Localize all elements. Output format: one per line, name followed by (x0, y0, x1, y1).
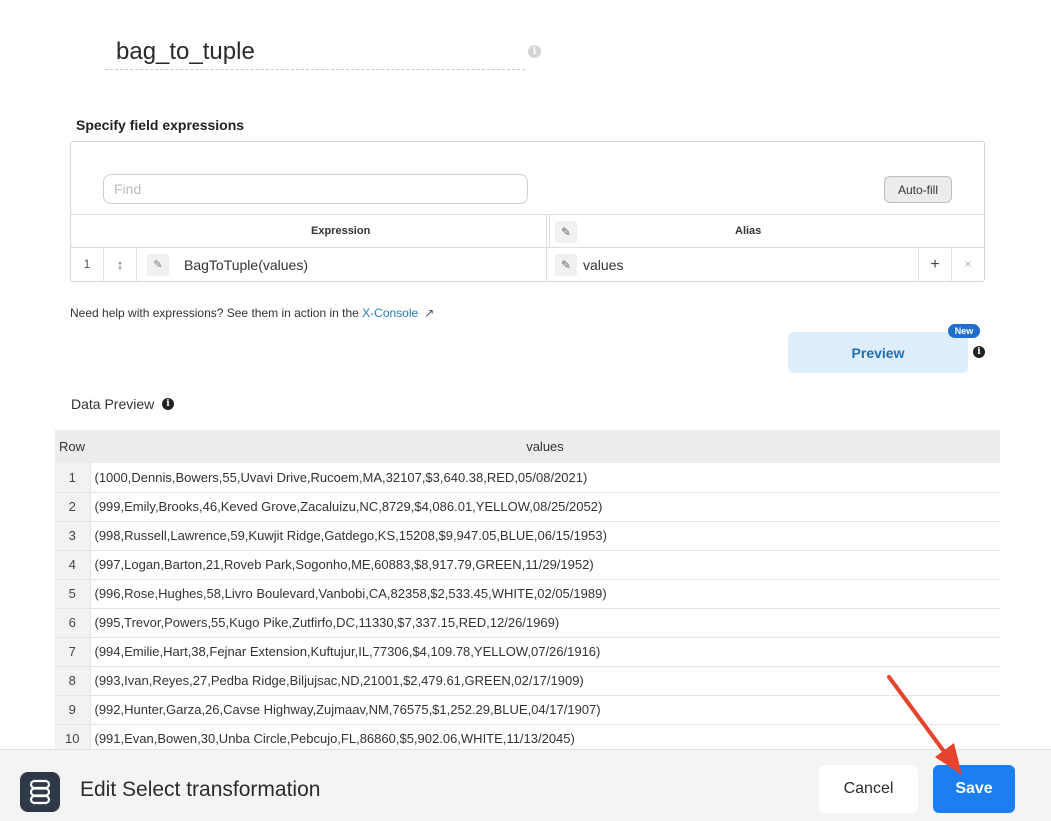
table-row: 3 (998,Russell,Lawrence,59,Kuwjit Ridge,G… (55, 521, 1000, 551)
row-number: 7 (55, 637, 91, 667)
x-console-link[interactable]: X-Console (362, 306, 418, 320)
table-row: 6 (995,Trevor,Powers,55,Kugo Pike,Zutfirf… (55, 608, 1000, 638)
expression-value[interactable]: BagToTuple(values) (184, 257, 308, 273)
alias-value[interactable]: values (583, 257, 623, 273)
transformation-name[interactable]: bag_to_tuple (116, 38, 255, 66)
row-value: (996,Rose,Hughes,58,Livro Boulevard,Vanb… (90, 579, 1000, 609)
expressions-panel: Auto-fill Expression ✎ Alias 1 ↕ ✎ BagTo… (70, 141, 985, 282)
add-row-button[interactable]: + (918, 248, 951, 281)
data-preview-table: Row values 1 (1000,Dennis,Bowers,55,Uvavi… (55, 430, 1000, 754)
column-divider[interactable] (546, 215, 550, 247)
cancel-button[interactable]: Cancel (819, 765, 918, 813)
row-value: (995,Trevor,Powers,55,Kugo Pike,Zutfirfo… (90, 608, 1000, 638)
help-message: Need help with expressions? See them in … (70, 306, 363, 320)
row-column-header: Row (55, 430, 90, 463)
expression-column-header: Expression (311, 225, 371, 237)
table-row: 9 (992,Hunter,Garza,26,Cavse Highway,Zujm… (55, 695, 1000, 725)
row-value: (999,Emily,Brooks,46,Keved Grove,Zacalui… (90, 492, 1000, 522)
values-column-header: values (90, 430, 1000, 463)
transformation-name-field[interactable]: bag_to_tuple (105, 34, 525, 70)
table-row: 5 (996,Rose,Hughes,58,Livro Boulevard,Van… (55, 579, 1000, 609)
row-number: 2 (55, 492, 91, 522)
row-number: 9 (55, 695, 91, 725)
find-input[interactable] (103, 174, 528, 204)
help-text: Need help with expressions? See them in … (70, 306, 434, 320)
row-value: (994,Emilie,Hart,38,Fejnar Extension,Kuf… (90, 637, 1000, 667)
info-icon[interactable]: i (973, 346, 985, 358)
section-heading: Specify field expressions (76, 117, 245, 133)
row-number: 1 (55, 463, 91, 493)
table-row: 7 (994,Emilie,Hart,38,Fejnar Extension,Ku… (55, 637, 1000, 667)
row-number: 8 (55, 666, 91, 696)
table-row: 8 (993,Ivan,Reyes,27,Pedba Ridge,Biljujsa… (55, 666, 1000, 696)
row-index: 1 (71, 248, 104, 281)
row-value: (992,Hunter,Garza,26,Cavse Highway,Zujma… (90, 695, 1000, 725)
autofill-button[interactable]: Auto-fill (884, 176, 952, 203)
table-row: 1 (1000,Dennis,Bowers,55,Uvavi Drive,Ruco… (55, 463, 1000, 493)
table-row: 4 (997,Logan,Barton,21,Roveb Park,Sogonho… (55, 550, 1000, 580)
magic-wand-icon[interactable]: ✎ (555, 221, 577, 243)
row-number: 4 (55, 550, 91, 580)
expressions-header: Expression ✎ Alias (71, 214, 984, 248)
footer-bar: Edit Select transformation Cancel Save (0, 749, 1051, 821)
row-value: (997,Logan,Barton,21,Roveb Park,Sogonho,… (90, 550, 1000, 580)
row-number: 3 (55, 521, 91, 551)
save-button[interactable]: Save (933, 765, 1015, 813)
info-icon[interactable]: i (528, 45, 541, 58)
drag-handle-icon[interactable]: ↕ (104, 248, 137, 281)
table-row: 2 (999,Emily,Brooks,46,Keved Grove,Zacalu… (55, 492, 1000, 522)
expression-row: 1 ↕ ✎ BagToTuple(values) ✎ values + × (71, 248, 984, 281)
alias-column-header: Alias (735, 225, 762, 237)
info-icon[interactable]: i (162, 398, 174, 410)
row-value: (993,Ivan,Reyes,27,Pedba Ridge,Biljujsac… (90, 666, 1000, 696)
edit-icon[interactable]: ✎ (147, 254, 169, 276)
row-value: (998,Russell,Lawrence,59,Kuwjit Ridge,Ga… (90, 521, 1000, 551)
external-link-icon[interactable]: ↗ (424, 306, 434, 320)
magic-wand-icon[interactable]: ✎ (555, 254, 577, 276)
row-value: (1000,Dennis,Bowers,55,Uvavi Drive,Rucoe… (90, 463, 1000, 493)
cell-divider (546, 248, 547, 281)
table-header-row: Row values (55, 430, 1000, 463)
remove-row-button[interactable]: × (951, 248, 984, 281)
row-number: 5 (55, 579, 91, 609)
data-preview-label: Data Preview (71, 396, 155, 412)
new-badge: New (948, 324, 980, 338)
select-transformation-icon (20, 772, 60, 812)
row-number: 6 (55, 608, 91, 638)
footer-title: Edit Select transformation (80, 778, 321, 801)
preview-button[interactable]: Preview (788, 332, 968, 373)
